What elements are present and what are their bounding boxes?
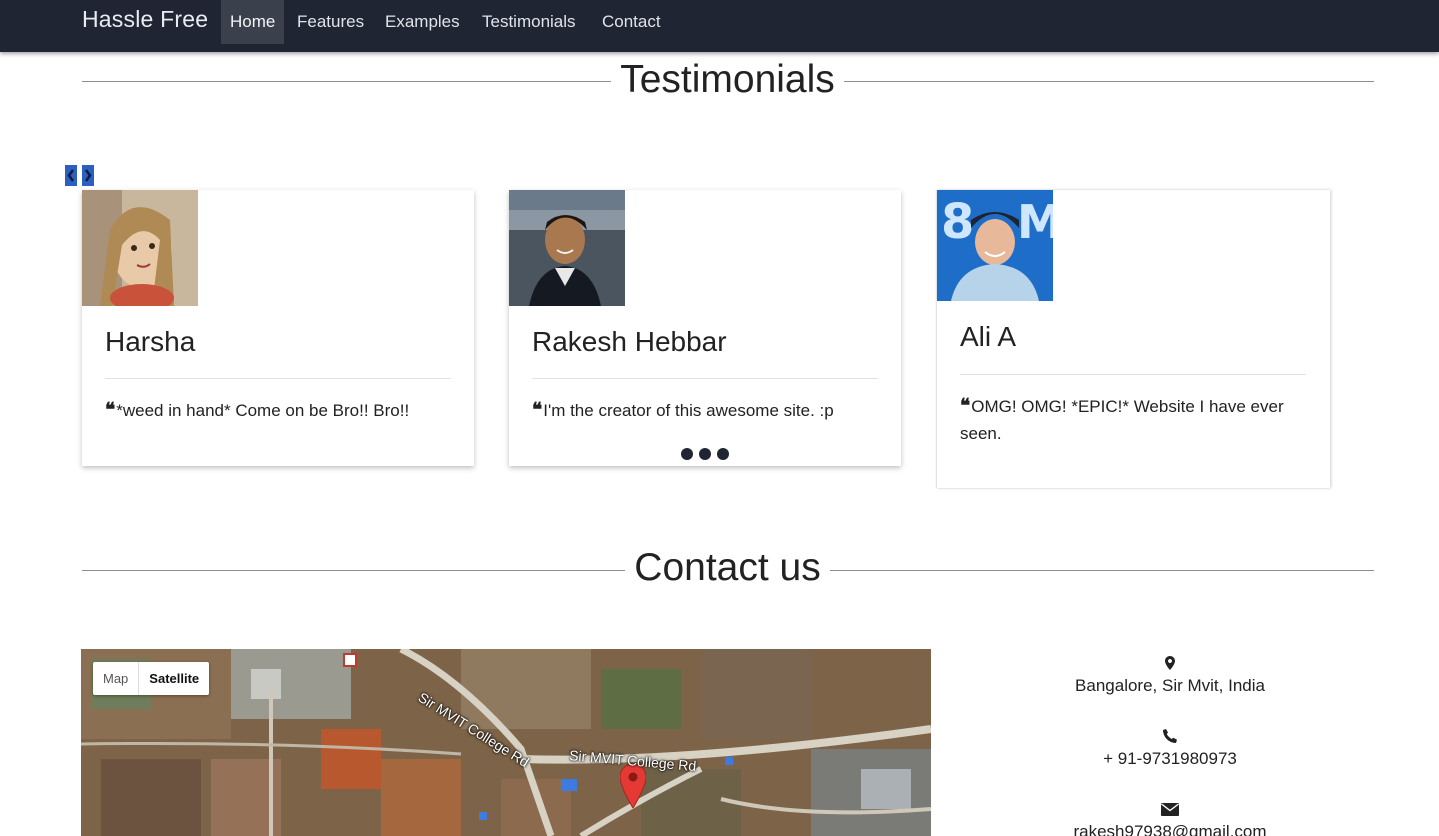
nav-item-features[interactable]: Features (288, 0, 373, 44)
svg-text:M: M (1017, 195, 1053, 249)
quote-icon: ❝ (105, 399, 115, 421)
chevron-left-icon (67, 169, 75, 182)
carousel-dot[interactable] (717, 448, 729, 460)
carousel-dot[interactable] (681, 448, 693, 460)
card-divider (105, 378, 451, 379)
nav-item-contact[interactable]: Contact (593, 0, 670, 44)
location-map[interactable]: Sir MVIT College Rd Sir MVIT College Rd … (81, 649, 931, 836)
testimonials-heading: Testimonials (0, 58, 1439, 102)
map-type-control: Map Satellite (93, 662, 210, 695)
address-text: Bangalore, Sir Mvit, India (1075, 676, 1265, 695)
phone-text[interactable]: + 91-9731980973 (1020, 749, 1320, 769)
contact-address: Bangalore, Sir Mvit, India (1020, 656, 1320, 696)
testimonial-quote: ❝ *weed in hand* Come on be Bro!! Bro!! (105, 397, 451, 424)
chevron-right-icon (84, 169, 92, 182)
contact-phone: + 91-9731980973 (1020, 729, 1320, 769)
quote-icon: ❝ (960, 395, 970, 417)
phone-icon (1163, 729, 1177, 743)
avatar: 8 M (937, 190, 1053, 301)
quote-text: OMG! OMG! *EPIC!* Website I have ever se… (960, 397, 1284, 443)
contact-email: rakesh97938@gmail.com (1020, 803, 1320, 836)
contact-heading: Contact us (0, 546, 1439, 590)
navbar: Hassle Free Home Features Examples Testi… (0, 0, 1439, 52)
carousel-next-button[interactable] (82, 165, 94, 186)
brand-logo[interactable]: Hassle Free (82, 6, 208, 33)
card-divider (532, 378, 878, 379)
carousel-prev-button[interactable] (65, 165, 77, 186)
nav-item-home[interactable]: Home (221, 0, 285, 44)
card-divider (960, 374, 1306, 375)
map-pin-marker[interactable] (620, 764, 646, 808)
avatar (509, 190, 625, 306)
nav-item-testimonials[interactable]: Testimonials (473, 0, 585, 44)
carousel-dot[interactable] (699, 448, 711, 460)
quote-text: I'm the creator of this awesome site. :p (543, 401, 834, 420)
nav-item-examples[interactable]: Examples (376, 0, 469, 44)
satellite-view-button[interactable]: Satellite (139, 662, 209, 695)
email-text[interactable]: rakesh97938@gmail.com (1020, 822, 1320, 836)
carousel-indicators (681, 447, 735, 465)
quote-text: *weed in hand* Come on be Bro!! Bro!! (116, 401, 410, 420)
testimonial-name: Rakesh Hebbar (532, 326, 727, 357)
map-view-button[interactable]: Map (93, 662, 140, 695)
testimonial-name: Harsha (105, 326, 196, 357)
envelope-icon (1161, 803, 1179, 816)
testimonial-card: Harsha ❝ *weed in hand* Come on be Bro!! … (82, 190, 474, 466)
avatar (82, 190, 198, 306)
testimonial-quote: ❝ OMG! OMG! *EPIC!* Website I have ever s… (960, 393, 1306, 447)
testimonial-card: Rakesh Hebbar ❝ I'm the creator of this a… (509, 190, 901, 466)
testimonial-name: Ali A (960, 321, 1017, 352)
quote-icon: ❝ (532, 399, 542, 421)
map-marker-icon (1165, 656, 1175, 670)
svg-text:8: 8 (941, 194, 974, 250)
testimonial-card: 8 M Ali A ❝ OMG! OMG! *EPIC!* Website I h… (937, 190, 1330, 488)
testimonial-quote: ❝ I'm the creator of this awesome site. :… (532, 397, 878, 424)
